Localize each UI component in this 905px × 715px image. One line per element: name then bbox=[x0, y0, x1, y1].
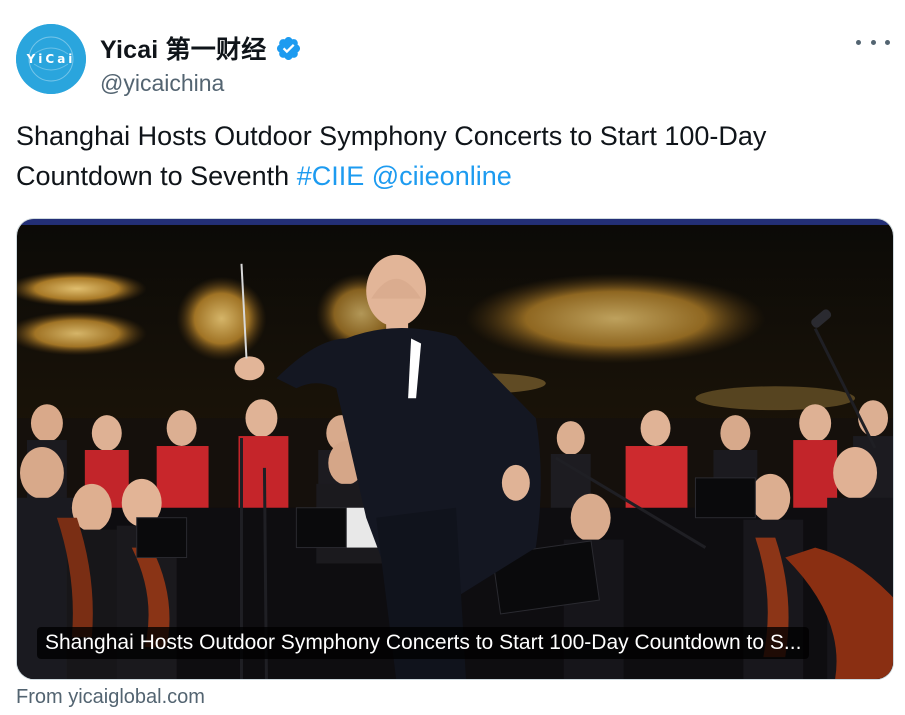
verified-badge-icon bbox=[277, 36, 301, 60]
card-caption: Shanghai Hosts Outdoor Symphony Concerts… bbox=[37, 627, 810, 659]
avatar-text: YiCai bbox=[26, 52, 76, 66]
author-names: Yicai 第一财经 @yicaichina bbox=[100, 30, 302, 97]
tweet-header: YiCai Yicai 第一财经 @yicaichina bbox=[16, 24, 892, 96]
display-name[interactable]: Yicai 第一财经 bbox=[100, 30, 266, 66]
more-dot-icon bbox=[856, 39, 861, 45]
author-handle[interactable]: @yicaichina bbox=[100, 70, 302, 97]
tweet-text: Shanghai Hosts Outdoor Symphony Concerts… bbox=[16, 116, 886, 196]
card-source-link[interactable]: From yicaiglobal.com bbox=[16, 686, 205, 709]
mention-link[interactable]: @ciieonline bbox=[372, 161, 512, 191]
more-dot-icon bbox=[885, 39, 890, 45]
hashtag-link[interactable]: #CIIE bbox=[297, 161, 365, 191]
orchestra-photo bbox=[17, 219, 893, 679]
link-card[interactable]: Shanghai Hosts Outdoor Symphony Concerts… bbox=[16, 218, 894, 680]
more-dot-icon bbox=[870, 39, 876, 45]
avatar[interactable]: YiCai bbox=[16, 24, 86, 94]
display-name-row: Yicai 第一财经 bbox=[100, 30, 302, 66]
more-options-button[interactable] bbox=[856, 32, 890, 52]
